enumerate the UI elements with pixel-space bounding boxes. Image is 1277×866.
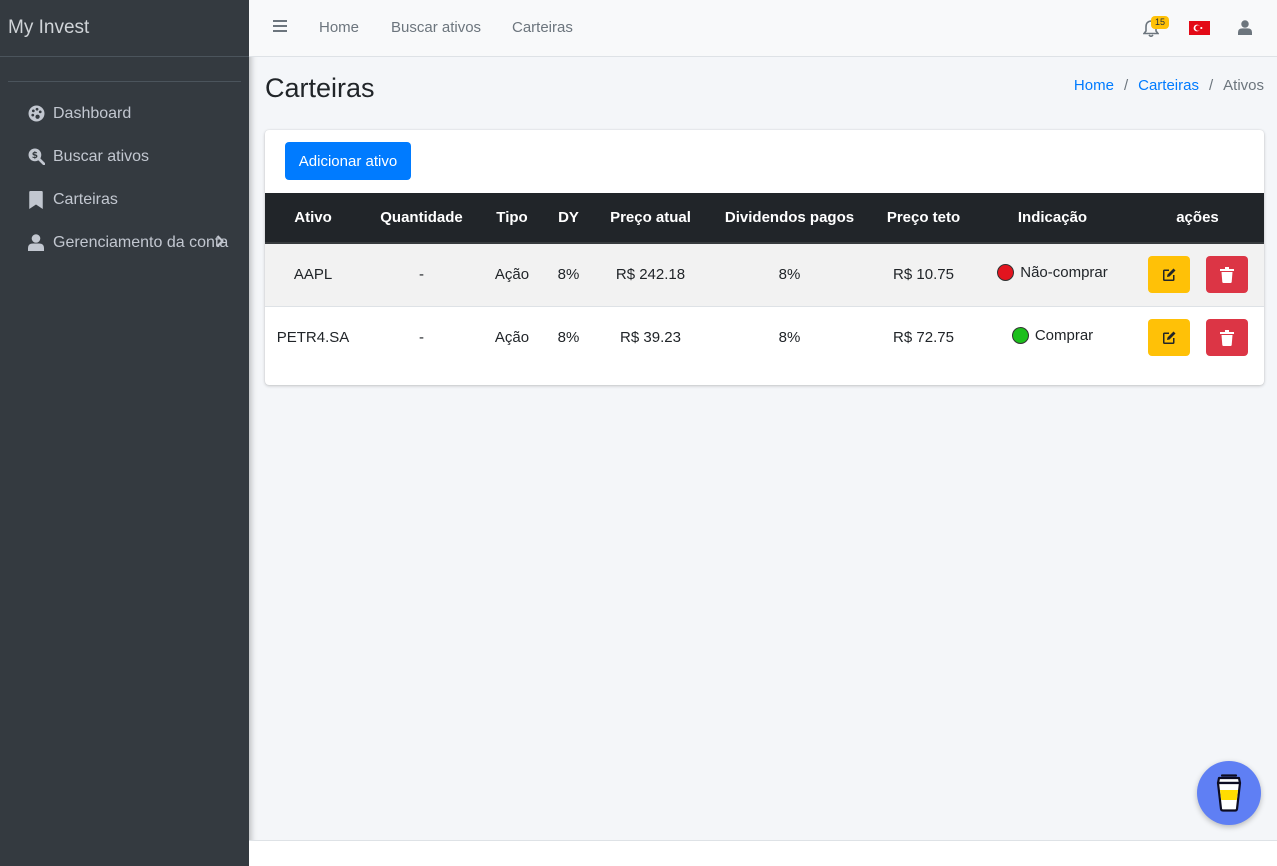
cell-ativo: PETR4.SA [265, 305, 361, 369]
col-tipo: Tipo [482, 193, 542, 244]
cell-tipo: Ação [494, 266, 530, 284]
coffee-cup-button[interactable] [1197, 761, 1261, 825]
table-row: PETR4.SA - Ação 8% R$ 39.23 8% R$ 72.75 … [265, 305, 1264, 369]
search-dollar-icon: $ [27, 148, 45, 166]
col-dividendos: Dividendos pagos [706, 193, 873, 244]
trash-icon [1219, 329, 1234, 346]
cell-dy: 8% [557, 266, 580, 284]
delete-button[interactable] [1205, 256, 1248, 294]
top-navbar: Home Buscar ativos Carteiras 15 [249, 0, 1277, 57]
palette-icon [27, 105, 45, 123]
turkey-flag-icon[interactable] [1189, 21, 1210, 35]
cell-acoes [1131, 305, 1264, 369]
breadcrumb-separator: / [1123, 77, 1129, 94]
user-menu-icon[interactable] [1238, 20, 1252, 40]
cell-acoes [1131, 243, 1264, 306]
cell-preco-atual: R$ 39.23 [595, 305, 706, 369]
col-acoes: ações [1131, 193, 1264, 244]
cell-ativo: AAPL [293, 266, 333, 284]
cell-indicacao: Comprar [974, 305, 1131, 369]
sidebar-item-dashboard[interactable]: Dashboard [0, 92, 249, 135]
col-ativo: Ativo [265, 193, 361, 244]
coffee-cup-icon [1216, 774, 1242, 812]
chevron-right-icon [216, 234, 224, 252]
delete-button[interactable] [1205, 319, 1248, 357]
cell-dividendos: 8% [778, 266, 801, 284]
brand-logo[interactable]: My Invest [0, 0, 249, 57]
sidebar-item-gerenciamento[interactable]: Gerenciamento da conta [0, 221, 249, 264]
nav-link-carteiras[interactable]: Carteiras [512, 19, 573, 36]
breadcrumb-separator: / [1208, 77, 1214, 94]
edit-icon [1162, 331, 1175, 344]
col-dy: DY [542, 193, 595, 244]
indicacao-label: Não-comprar [1020, 264, 1108, 282]
menu-toggle-icon[interactable] [273, 20, 287, 34]
sidebar-item-label: Carteiras [53, 190, 118, 208]
nav-link-home[interactable]: Home [319, 19, 359, 36]
notification-badge: 15 [1151, 16, 1170, 29]
user-icon [27, 234, 45, 252]
cell-preco-teto: R$ 72.75 [873, 305, 974, 369]
cell-preco-atual: R$ 242.18 [615, 266, 686, 284]
col-preco-atual: Preço atual [595, 193, 706, 244]
cell-dy: 8% [542, 305, 595, 369]
sidebar-item-carteiras[interactable]: Carteiras [0, 178, 249, 221]
breadcrumb-carteiras[interactable]: Carteiras [1138, 77, 1199, 94]
sidebar: My Invest Dashboard $ Buscar ativos Cart… [0, 0, 249, 866]
col-quantidade: Quantidade [361, 193, 482, 244]
sidebar-item-buscar-ativos[interactable]: $ Buscar ativos [0, 135, 249, 178]
cell-preco-teto: R$ 10.75 [893, 266, 954, 284]
status-dot-red [997, 264, 1015, 282]
bookmark-icon [27, 190, 45, 209]
page-footer [249, 840, 1277, 866]
breadcrumb-home[interactable]: Home [1074, 77, 1114, 94]
assets-table: Ativo Quantidade Tipo DY Preço atual Div… [265, 193, 1264, 369]
cell-quantidade: - [419, 266, 424, 284]
trash-icon [1219, 266, 1234, 283]
svg-text:$: $ [31, 151, 37, 161]
col-indicacao: Indicação [974, 193, 1131, 244]
col-preco-teto: Preço teto [873, 193, 974, 244]
page-title: Carteiras [265, 73, 375, 103]
sidebar-divider [8, 81, 241, 82]
cell-quantidade: - [361, 305, 482, 369]
assets-card: Adicionar ativo Ativo Quantidade Tipo DY… [265, 130, 1264, 385]
sidebar-item-label: Dashboard [53, 104, 132, 122]
status-dot-green [1011, 327, 1029, 345]
cell-tipo: Ação [482, 305, 542, 369]
breadcrumb-current: Ativos [1223, 77, 1264, 94]
edit-button[interactable] [1147, 319, 1190, 357]
indicacao-label: Comprar [1034, 327, 1094, 345]
add-asset-button[interactable]: Adicionar ativo [285, 142, 411, 180]
sidebar-item-label: Buscar ativos [53, 147, 150, 165]
sidebar-item-label: Gerenciamento da conta [53, 233, 229, 251]
edit-button[interactable] [1147, 256, 1190, 294]
cell-dividendos: 8% [706, 305, 873, 369]
cell-indicacao: Não-comprar [974, 243, 1131, 306]
table-header-row: Ativo Quantidade Tipo DY Preço atual Div… [265, 193, 1264, 244]
nav-link-buscar-ativos[interactable]: Buscar ativos [391, 19, 481, 36]
table-row: AAPL - Ação 8% R$ 242.18 8% R$ 10.75 Não… [265, 243, 1264, 306]
breadcrumb: Home / Carteiras / Ativos [1074, 77, 1264, 94]
edit-icon [1162, 268, 1175, 281]
